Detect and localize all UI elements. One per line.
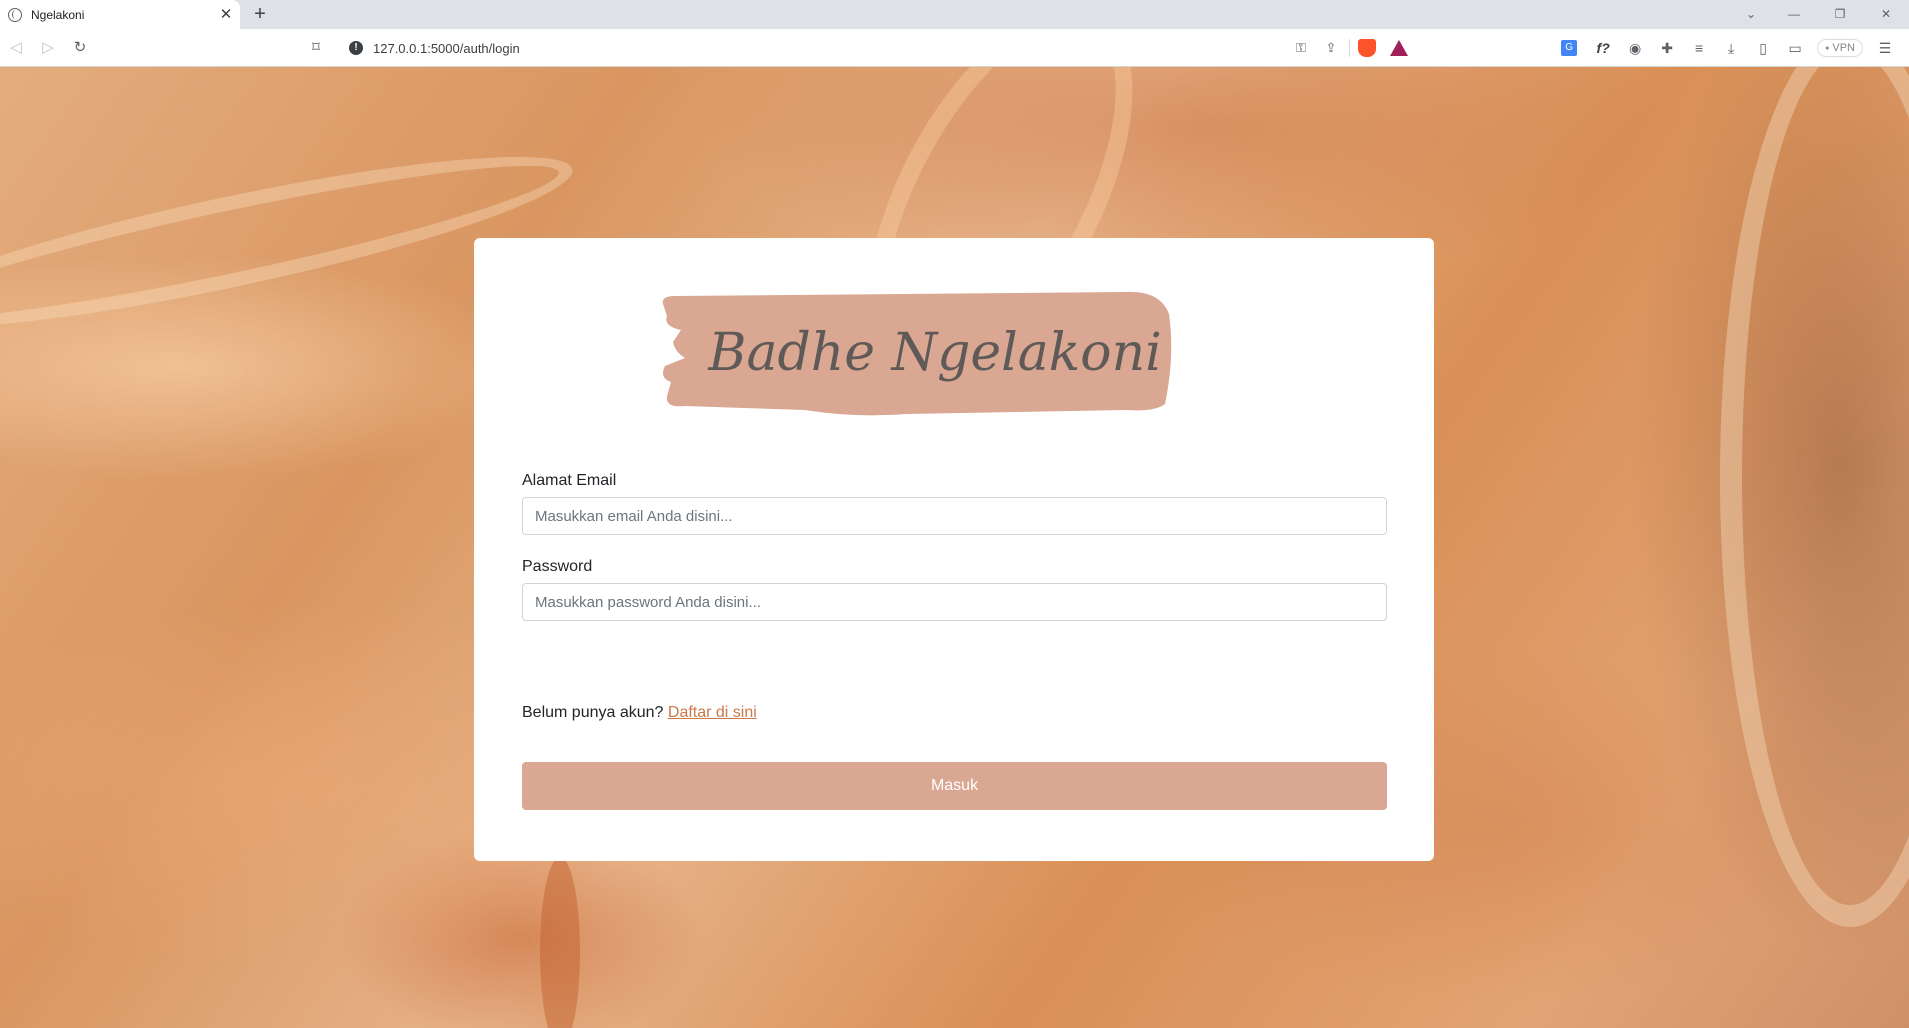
back-icon[interactable]: ◁ (4, 36, 28, 60)
menu-icon[interactable]: ☰ (1871, 36, 1899, 60)
signup-link[interactable]: Daftar di sini (668, 704, 757, 721)
signup-prompt-text: Belum punya akun? (522, 704, 664, 721)
address-bar[interactable]: ! 127.0.0.1:5000/auth/login ⚿ ⇪ (340, 34, 1418, 62)
email-label: Alamat Email (522, 472, 617, 489)
globe-icon (8, 7, 22, 22)
sidebar-icon[interactable]: ▯ (1749, 36, 1777, 60)
close-tab-icon[interactable]: ✕ (216, 5, 236, 25)
share-icon[interactable]: ⇪ (1319, 36, 1343, 60)
close-window-icon[interactable]: ✕ (1863, 0, 1909, 29)
brand-logo: Badhe Ngelakoni (655, 286, 1255, 416)
new-tab-button[interactable]: + (248, 3, 272, 27)
vpn-button[interactable]: VPN (1817, 39, 1863, 57)
browser-tab[interactable]: Ngelakoni ✕ (0, 0, 240, 29)
background-texture (540, 857, 580, 1028)
download-icon[interactable]: ⤓ (1717, 36, 1745, 60)
login-button[interactable]: Masuk (522, 762, 1387, 810)
password-field[interactable] (522, 583, 1387, 621)
brave-rewards-icon[interactable] (1390, 40, 1408, 56)
divider (1349, 39, 1350, 57)
tab-title: Ngelakoni (31, 7, 85, 22)
logo-text: Badhe Ngelakoni (707, 323, 1161, 383)
brave-shields-icon[interactable] (1358, 39, 1376, 57)
minimize-icon[interactable]: — (1771, 0, 1817, 29)
extensions-area: G f? ◉ ✚ ≡ ⤓ ▯ ▭ VPN ☰ (1555, 36, 1899, 60)
tab-search-icon[interactable]: ⌄ (1731, 0, 1771, 29)
puzzle-icon[interactable]: ✚ (1653, 36, 1681, 60)
wallet-icon[interactable]: ▭ (1781, 36, 1809, 60)
brush-stroke-logo: Badhe Ngelakoni (662, 291, 1172, 416)
playlist-icon[interactable]: ≡ (1685, 36, 1713, 60)
background-texture (1720, 67, 1909, 927)
forward-icon[interactable]: ▷ (36, 36, 60, 60)
page-background: Badhe Ngelakoni Alamat Email Password Be… (0, 67, 1909, 1028)
login-card: Badhe Ngelakoni Alamat Email Password Be… (474, 238, 1434, 861)
key-icon[interactable]: ⚿ (1289, 36, 1313, 60)
password-label: Password (522, 558, 593, 575)
translate-icon[interactable]: G (1561, 40, 1578, 56)
window-controls: ⌄ — ❐ ✕ (1731, 0, 1909, 29)
url-text[interactable]: 127.0.0.1:5000/auth/login (373, 41, 1289, 56)
site-info-icon[interactable]: ! (349, 41, 363, 55)
reload-icon[interactable]: ↻ (68, 36, 92, 60)
tab-strip: Ngelakoni ✕ + ⌄ — ❐ ✕ (0, 0, 1909, 29)
font-finder-icon[interactable]: f? (1589, 36, 1617, 60)
signup-prompt: Belum punya akun? Daftar di sini (522, 704, 757, 722)
camera-icon[interactable]: ◉ (1621, 36, 1649, 60)
email-field[interactable] (522, 497, 1387, 535)
restore-icon[interactable]: ❐ (1817, 0, 1863, 29)
bookmark-icon[interactable]: ⌑ (304, 36, 328, 60)
browser-toolbar: ◁ ▷ ↻ ⌑ ! 127.0.0.1:5000/auth/login ⚿ ⇪ … (0, 29, 1909, 67)
